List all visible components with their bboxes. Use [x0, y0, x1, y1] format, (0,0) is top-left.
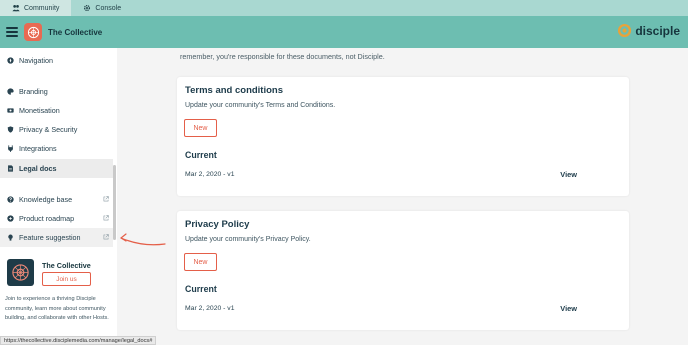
- external-link-icon: [103, 234, 109, 240]
- sidebar-link-label: Feature suggestion: [19, 233, 81, 242]
- browser-status-url: https://thecollective.disciplemedia.com/…: [0, 336, 157, 345]
- legal-intro-text: remember, you're responsible for these d…: [180, 52, 385, 61]
- promo-description: Join to experience a thriving Disciple c…: [5, 296, 109, 321]
- tab-community[interactable]: Community: [0, 0, 72, 16]
- card-description: Update your community's Terms and Condit…: [185, 102, 336, 109]
- current-heading: Current: [185, 150, 217, 160]
- sidebar-item-monetisation[interactable]: Monetisation: [0, 101, 113, 120]
- promo-title: The Collective: [42, 261, 91, 270]
- sidebar-item-legal-docs[interactable]: Legal docs: [0, 159, 113, 178]
- disciple-logo-icon: [618, 23, 632, 38]
- roadmap-icon: [7, 215, 14, 222]
- lightbulb-icon: [8, 234, 13, 241]
- external-link-icon: [103, 196, 109, 202]
- sidebar-item-privacy-security[interactable]: Privacy & Security: [0, 120, 113, 139]
- app-header: The Collective disciple: [0, 16, 688, 48]
- terms-card: Terms and conditions Update your communi…: [177, 77, 629, 196]
- card-title: Privacy Policy: [185, 219, 250, 230]
- palette-icon: [7, 88, 14, 95]
- menu-icon[interactable]: [6, 27, 18, 37]
- sidebar: Navigation Branding Monetisation Privacy…: [0, 48, 117, 336]
- sidebar-link-label: Knowledge base: [19, 195, 73, 204]
- privacy-card: Privacy Policy Update your community's P…: [177, 211, 629, 330]
- document-version: Mar 2, 2020 - v1: [185, 305, 235, 312]
- new-privacy-button[interactable]: New: [184, 253, 217, 271]
- promo-community-logo: [7, 259, 34, 286]
- question-icon: [7, 196, 14, 203]
- sidebar-item-label: Legal docs: [19, 164, 57, 173]
- plug-icon: [8, 145, 13, 152]
- sidebar-link-product-roadmap[interactable]: Product roadmap: [0, 209, 113, 228]
- gear-icon: [84, 4, 91, 12]
- money-icon: [7, 108, 14, 113]
- sidebar-item-label: Branding: [19, 87, 48, 96]
- tab-console[interactable]: Console: [71, 0, 133, 16]
- sidebar-item-label: Privacy & Security: [19, 125, 78, 134]
- tab-community-label: Community: [24, 4, 60, 12]
- document-icon: [8, 165, 13, 172]
- main-content: remember, you're responsible for these d…: [117, 48, 688, 336]
- people-icon: [12, 5, 20, 12]
- current-heading: Current: [185, 284, 217, 294]
- sidebar-item-label: Integrations: [19, 144, 57, 153]
- new-terms-button[interactable]: New: [184, 119, 217, 137]
- sidebar-scrollbar[interactable]: [113, 165, 116, 240]
- annotation-arrow-icon: [120, 233, 166, 246]
- join-us-button[interactable]: Join us: [42, 272, 91, 286]
- external-link-icon: [103, 215, 109, 221]
- community-title: The Collective: [48, 27, 103, 37]
- sidebar-link-label: Product roadmap: [19, 214, 75, 223]
- view-terms-link[interactable]: View: [560, 170, 577, 179]
- sidebar-link-feature-suggestion[interactable]: Feature suggestion: [0, 228, 113, 247]
- community-logo: [24, 23, 42, 41]
- compass-icon: [7, 57, 14, 64]
- top-tab-bar: Community Console: [0, 0, 688, 16]
- brand-name: disciple: [635, 23, 680, 38]
- view-privacy-link[interactable]: View: [560, 304, 577, 313]
- sidebar-item-label: Navigation: [19, 56, 53, 65]
- sidebar-item-branding[interactable]: Branding: [0, 82, 113, 101]
- sidebar-item-label: Monetisation: [19, 106, 60, 115]
- document-version: Mar 2, 2020 - v1: [185, 171, 235, 178]
- card-description: Update your community's Privacy Policy.: [185, 236, 311, 243]
- sidebar-item-navigation[interactable]: Navigation: [0, 51, 113, 70]
- card-title: Terms and conditions: [185, 85, 284, 96]
- disciple-brand-logo: disciple: [617, 23, 680, 38]
- shield-icon: [7, 126, 14, 133]
- tab-console-label: Console: [95, 4, 122, 12]
- sidebar-link-knowledge-base[interactable]: Knowledge base: [0, 190, 113, 209]
- sidebar-item-integrations[interactable]: Integrations: [0, 139, 113, 158]
